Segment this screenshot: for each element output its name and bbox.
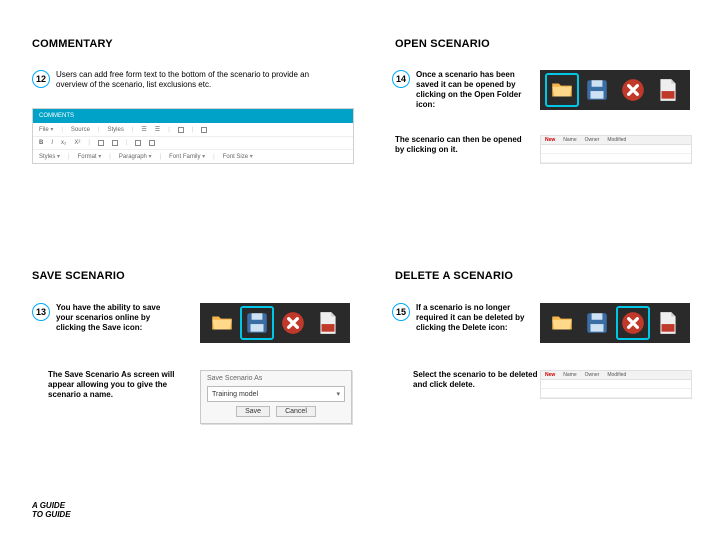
step-number-14: 14	[392, 70, 410, 88]
list-col-name: Name	[563, 372, 576, 378]
toolbar-delete	[540, 303, 690, 343]
dialog-name-value: Training model	[212, 391, 258, 398]
editor-menu-file[interactable]: File	[39, 126, 53, 133]
editor-btn-list1[interactable]: ☰	[141, 126, 146, 133]
list-col-name: Name	[563, 137, 576, 143]
scenario-list-open: New Name Owner Modified	[540, 135, 692, 164]
editor-dd-paragraph[interactable]: Paragraph	[119, 153, 152, 160]
list-row[interactable]	[541, 154, 691, 163]
heading-commentary: COMMENTARY	[32, 38, 113, 50]
list-col-modified: Modified	[607, 137, 626, 143]
editor-btn-box2[interactable]	[201, 127, 207, 133]
editor-btn-misc3[interactable]	[135, 140, 141, 146]
save-disk-icon[interactable]	[242, 308, 272, 338]
heading-open-scenario: OPEN SCENARIO	[395, 38, 490, 50]
editor-btn-bold[interactable]: B	[39, 140, 43, 146]
heading-delete-scenario: DELETE A SCENARIO	[395, 270, 513, 282]
save-disk-icon[interactable]	[582, 308, 612, 338]
save-followup-text: The Save Scenario As screen will appear …	[48, 370, 183, 400]
editor-btn-styles[interactable]: Styles	[108, 127, 124, 133]
delete-x-icon[interactable]	[618, 308, 648, 338]
delete-followup-text: Select the scenario to be deleted and cl…	[413, 370, 548, 390]
editor-btn-sup[interactable]: X²	[74, 140, 80, 146]
scenario-list-delete: New Name Owner Modified	[540, 370, 692, 399]
open-followup-text: The scenario can then be opened by click…	[395, 135, 530, 155]
editor-btn-source[interactable]: Source	[71, 127, 90, 133]
list-row[interactable]	[541, 389, 691, 398]
editor-dd-size[interactable]: Font Size	[223, 153, 253, 160]
editor-toolbar-row-2: B I x₂ X² | |	[33, 137, 353, 150]
pdf-icon[interactable]	[313, 308, 343, 338]
delete-x-icon[interactable]	[278, 308, 308, 338]
editor-btn-misc2[interactable]	[112, 140, 118, 146]
toolbar-save	[200, 303, 350, 343]
editor-btn-misc1[interactable]	[98, 140, 104, 146]
list-row[interactable]	[541, 380, 691, 389]
step-14-text: Once a scenario has been saved it can be…	[416, 70, 527, 110]
step-number-12: 12	[32, 70, 50, 88]
delete-x-icon[interactable]	[618, 75, 648, 105]
editor-toolbar-row-1: File | Source | Styles | ☰ ☰ | |	[33, 123, 353, 137]
open-folder-icon[interactable]	[207, 308, 237, 338]
open-folder-icon[interactable]	[547, 75, 577, 105]
editor-btn-italic[interactable]: I	[51, 140, 53, 146]
editor-dd-font[interactable]: Font Family	[169, 153, 205, 160]
step-number-13: 13	[32, 303, 50, 321]
list-header-new: New	[545, 137, 555, 143]
list-col-owner: Owner	[585, 137, 600, 143]
step-15-text: If a scenario is no longer required it c…	[416, 303, 527, 333]
dialog-cancel-button[interactable]: Cancel	[276, 406, 316, 417]
editor-toolbar-row-3: Styles | Format | Paragraph | Font Famil…	[33, 150, 353, 163]
save-disk-icon[interactable]	[582, 75, 612, 105]
pdf-icon[interactable]	[653, 75, 683, 105]
open-folder-icon[interactable]	[547, 308, 577, 338]
editor-btn-sub[interactable]: x₂	[61, 140, 66, 146]
save-scenario-dialog: Save Scenario As Training model ▾ Save C…	[200, 370, 352, 424]
step-15: 15 If a scenario is no longer required i…	[392, 303, 527, 333]
dialog-save-button[interactable]: Save	[236, 406, 270, 417]
editor-btn-box[interactable]	[178, 127, 184, 133]
step-13-text: You have the ability to save your scenar…	[56, 303, 167, 333]
heading-save-scenario: SAVE SCENARIO	[32, 270, 125, 282]
step-12: 12 Users can add free form text to the b…	[32, 70, 332, 90]
editor-titlebar: COMMENTS	[33, 109, 353, 123]
toolbar-open	[540, 70, 690, 110]
step-number-15: 15	[392, 303, 410, 321]
pdf-icon[interactable]	[653, 308, 683, 338]
rich-text-editor: COMMENTS File | Source | Styles | ☰ ☰ | …	[32, 108, 354, 164]
editor-dd-styles[interactable]: Styles	[39, 153, 60, 160]
dialog-name-input[interactable]: Training model ▾	[207, 386, 345, 402]
footer-line-2: TO GUIDE	[32, 510, 71, 520]
list-row[interactable]	[541, 145, 691, 154]
editor-btn-misc4[interactable]	[149, 140, 155, 146]
footer-guide: A GUIDE TO GUIDE	[32, 501, 71, 520]
step-13: 13 You have the ability to save your sce…	[32, 303, 167, 333]
dialog-title: Save Scenario As	[201, 371, 351, 384]
step-14: 14 Once a scenario has been saved it can…	[392, 70, 527, 110]
list-col-owner: Owner	[585, 372, 600, 378]
chevron-down-icon: ▾	[336, 390, 340, 398]
editor-btn-list2[interactable]: ☰	[155, 126, 160, 133]
editor-dd-format[interactable]: Format	[78, 153, 102, 160]
list-col-modified: Modified	[607, 372, 626, 378]
list-header-new: New	[545, 372, 555, 378]
step-12-text: Users can add free form text to the bott…	[56, 70, 332, 90]
footer-line-1: A GUIDE	[32, 501, 71, 511]
